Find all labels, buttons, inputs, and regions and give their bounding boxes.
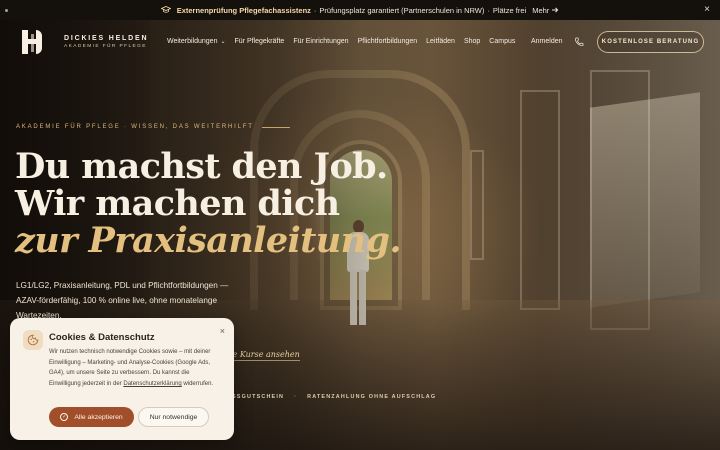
announcement-suffix: Plätze frei [492, 5, 527, 15]
announcement-more-link[interactable]: Mehr [532, 6, 559, 15]
announcement-text: Prüfungsplatz garantiert (Partnerschulen… [319, 5, 485, 15]
brand-name: DICKIES HELDEN [64, 35, 149, 42]
main-menu: Weiterbildungen ⌄ Für Pflegekräfte Für E… [167, 38, 524, 45]
check-circle-icon: ✓ [60, 413, 69, 421]
nav-item-label: Weiterbildungen [167, 38, 218, 45]
headline-line-2: Wir machen dich [15, 183, 340, 224]
headline-accent: zur Praxisanleitung. [15, 220, 402, 261]
hero-headline: Du machst den Job. Wir machen dich zur P… [15, 146, 402, 261]
login-link[interactable]: Anmelden [531, 38, 563, 45]
view-courses-link[interactable]: ie Kurse ansehen [230, 350, 300, 361]
announcement-dot [5, 9, 8, 12]
eyebrow-divider [261, 126, 290, 128]
announcement-bar: Externenprüfung Pflegefachassistenz · Pr… [0, 0, 720, 20]
graduation-cap-icon [160, 6, 171, 13]
privacy-policy-link[interactable]: Datenschutzerklärung [123, 381, 181, 387]
chevron-down-icon: ⌄ [220, 39, 226, 45]
nav-item-pflichtfortbildungen[interactable]: Pflichtfortbildungen [358, 38, 418, 45]
cookie-consent-dialog: Cookies & Datenschutz × Wir nutzen techn… [10, 318, 234, 440]
hero-eyebrow-text: AKADEMIE FÜR PFLEGE · WISSEN, DAS WEITER… [16, 124, 254, 130]
nav-item-label: Für Pflegekräfte [234, 38, 285, 45]
announcement-highlight: Externenprüfung Pflegefachassistenz [176, 5, 311, 15]
feature-bullet: · [294, 394, 298, 400]
accept-all-label: Alle akzeptieren [74, 413, 123, 421]
feature-voucher: SSGUTSCHEIN [232, 394, 285, 400]
free-consultation-button[interactable]: KOSTENLOSE BERATUNG [597, 31, 704, 53]
cookie-description-text-end: widerrufen. [181, 380, 214, 387]
phone-icon[interactable] [574, 37, 584, 47]
accept-all-button[interactable]: ✓ Alle akzeptieren [49, 407, 134, 427]
nav-item-fuer-einrichtungen[interactable]: Für Einrichtungen [293, 38, 348, 45]
hero-lead: LG1/LG2, Praxisanleitung, PDL und Pflich… [16, 281, 229, 320]
necessary-only-button[interactable]: Nur notwendige [138, 407, 209, 427]
hero-eyebrow: AKADEMIE FÜR PFLEGE · WISSEN, DAS WEITER… [16, 124, 290, 130]
close-icon[interactable]: × [220, 326, 225, 336]
feature-installments: RATENZAHLUNG OHNE AUFSCHLAG [307, 394, 437, 400]
brand-subtitle: AKADEMIE FÜR PFLEGE [64, 44, 147, 49]
nav-item-label: Shop [463, 38, 481, 45]
brand-logo[interactable]: DICKIES HELDEN AKADEMIE FÜR PFLEGE [22, 30, 148, 54]
nav-item-label: Pflichtfortbildungen [357, 38, 418, 45]
nav-item-weiterbildungen[interactable]: Weiterbildungen ⌄ [167, 38, 226, 45]
nav-item-label: Für Einrichtungen [293, 38, 349, 45]
announcement-separator: · [313, 5, 317, 15]
hero-features: SSGUTSCHEIN · RATENZAHLUNG OHNE AUFSCHLA… [232, 394, 436, 400]
arrow-right-icon [552, 7, 559, 13]
nav-item-leitfaeden[interactable]: Leitfäden [426, 38, 455, 45]
nav-item-shop[interactable]: Shop [464, 38, 480, 45]
announcement-separator: · [487, 5, 490, 15]
cookie-icon [23, 330, 43, 350]
nav-item-campus[interactable]: Campus [489, 38, 515, 45]
cookie-title: Cookies & Datenschutz [49, 332, 155, 343]
logo-mark-icon [22, 30, 44, 54]
nav-item-label: Leitfäden [426, 38, 455, 45]
cookie-description: Wir nutzen technisch notwendige Cookies … [49, 347, 219, 389]
nav-item-fuer-pflegekraefte[interactable]: Für Pflegekräfte [235, 38, 285, 45]
close-icon[interactable]: × [701, 4, 713, 16]
headline-line-1: Du machst den Job. [15, 146, 388, 187]
nav-item-label: Campus [489, 38, 516, 45]
announcement-more-label: Mehr [532, 5, 550, 15]
